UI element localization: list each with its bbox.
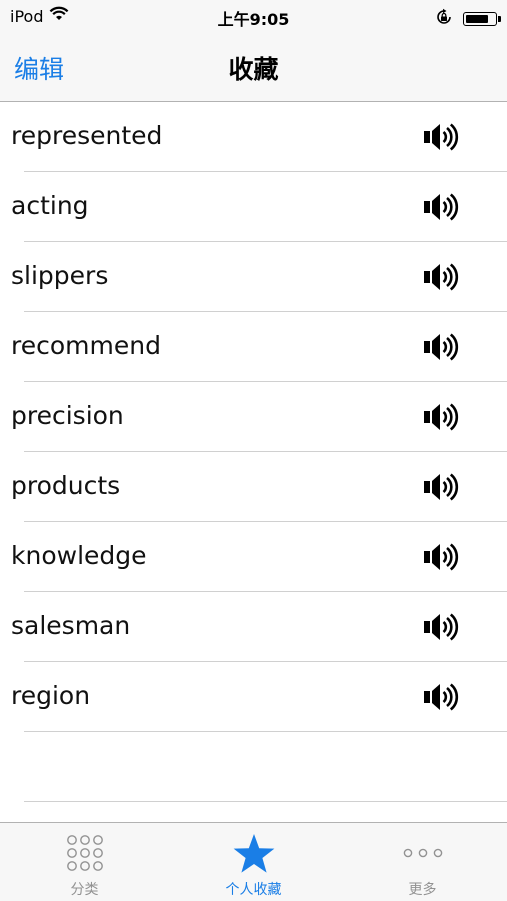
status-bar: iPod 上午9:05 — [0, 0, 507, 34]
empty-list-row — [0, 732, 507, 802]
tab-categories[interactable]: 分类 — [0, 823, 169, 901]
word-label: products — [11, 471, 121, 500]
page-title: 收藏 — [228, 55, 279, 84]
favorites-list: represented acting slippers recommend pr… — [0, 102, 507, 802]
list-item[interactable]: knowledge — [0, 522, 507, 592]
battery-icon — [463, 12, 501, 26]
list-item[interactable]: region — [0, 662, 507, 732]
list-item[interactable]: recommend — [0, 312, 507, 382]
speaker-icon[interactable] — [423, 472, 459, 502]
list-item[interactable]: precision — [0, 382, 507, 452]
word-label: acting — [11, 191, 89, 220]
speaker-icon[interactable] — [423, 262, 459, 292]
speaker-icon[interactable] — [423, 542, 459, 572]
word-label: salesman — [11, 611, 131, 640]
status-right — [435, 8, 501, 30]
speaker-icon[interactable] — [423, 682, 459, 712]
word-label: region — [11, 681, 91, 710]
status-time: 上午9:05 — [217, 10, 290, 29]
battery-level — [466, 15, 488, 23]
navigation-bar: 编辑 收藏 — [0, 34, 507, 102]
tab-bar: 分类 个人收藏 更多 — [0, 822, 507, 901]
speaker-icon[interactable] — [423, 192, 459, 222]
tab-label: 分类 — [70, 882, 99, 898]
list-item[interactable]: products — [0, 452, 507, 522]
speaker-icon[interactable] — [423, 332, 459, 362]
grid-dots-icon — [65, 833, 105, 877]
list-item[interactable]: slippers — [0, 242, 507, 312]
word-label: knowledge — [11, 541, 147, 570]
word-label: represented — [11, 121, 163, 150]
tab-more[interactable]: 更多 — [338, 823, 507, 901]
word-label: recommend — [11, 331, 161, 360]
tab-favorites[interactable]: 个人收藏 — [169, 823, 338, 901]
speaker-icon[interactable] — [423, 122, 459, 152]
list-item[interactable]: represented — [0, 102, 507, 172]
tab-label: 更多 — [408, 882, 437, 898]
word-label: slippers — [11, 261, 109, 290]
speaker-icon[interactable] — [423, 612, 459, 642]
star-icon — [232, 833, 276, 879]
rotation-lock-icon — [435, 8, 453, 30]
more-dots-icon — [403, 833, 443, 877]
speaker-icon[interactable] — [423, 402, 459, 432]
tab-label: 个人收藏 — [225, 882, 282, 898]
list-item[interactable]: salesman — [0, 592, 507, 662]
word-label: precision — [11, 401, 124, 430]
list-item[interactable]: acting — [0, 172, 507, 242]
